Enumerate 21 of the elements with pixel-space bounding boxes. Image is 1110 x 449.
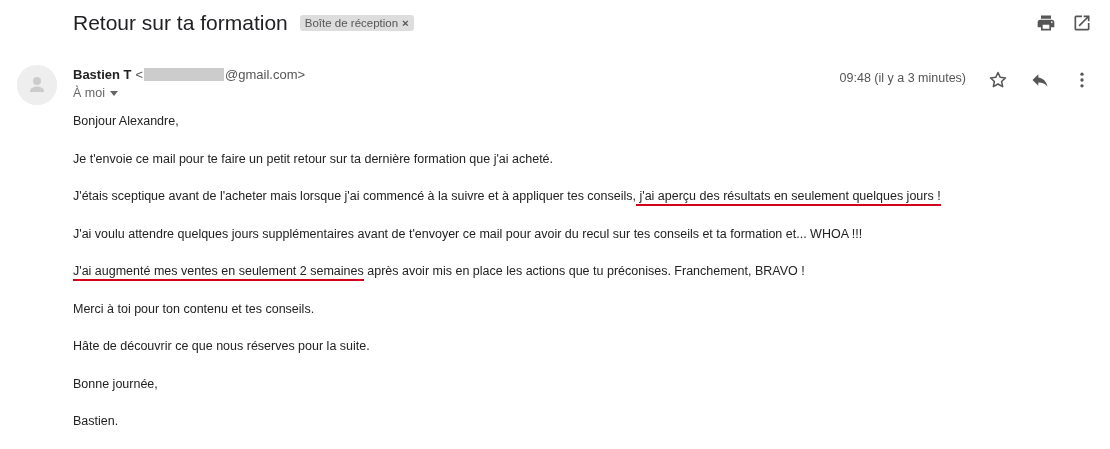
email-paragraph: J'ai voulu attendre quelques jours supplémentaires avant de t'envoyer ce mail pour avoir du recul sur tes conseils et ta formation et... WHOA !!! — [73, 225, 864, 242]
email-subject: Retour sur ta formation — [73, 11, 288, 35]
print-icon[interactable] — [1036, 13, 1056, 33]
recipient-text: À moi — [73, 86, 105, 100]
remove-label-button[interactable]: × — [402, 17, 409, 29]
email-time: 09:48 (il y a 3 minutes) — [839, 71, 966, 87]
email-paragraph: Je t'envoie ce mail pour te faire un petit retour sur ta dernière formation que j'ai acheté. — [73, 150, 555, 167]
email-bracket: < — [135, 66, 144, 82]
caret-icon[interactable] — [109, 90, 118, 96]
sender-name: Bastien T — [73, 66, 132, 82]
email-paragraph: Hâte de découvrir ce que nous réserves pour la suite. — [73, 338, 371, 354]
star-icon[interactable] — [988, 70, 1008, 90]
email-paragraph: Bastien. — [73, 413, 120, 429]
open-in-new-window-icon[interactable] — [1072, 13, 1092, 33]
inbox-label[interactable]: Boîte de réception × — [299, 15, 414, 31]
email-paragraph: J'étais sceptique avant de l'acheter mais lorsque j'ai commencé à la suivre et à appliquer tes conseils, j'ai aperçu des résultats en seulement quelques jours ! — [73, 188, 1110, 204]
sender-email: @gmail.com> — [225, 66, 306, 82]
email-paragraph: Merci à toi pour ton contenu et tes conseils. — [73, 300, 316, 317]
email-paragraph: Bonne journée, — [73, 375, 159, 392]
email-paragraph: Bonjour Alexandre, — [73, 113, 180, 129]
email-paragraph: J'ai augmenté mes ventes en seulement 2 semaines après avoir mis en place les actions que tu préconises. Franchement, BRAVO ! — [73, 263, 1110, 279]
